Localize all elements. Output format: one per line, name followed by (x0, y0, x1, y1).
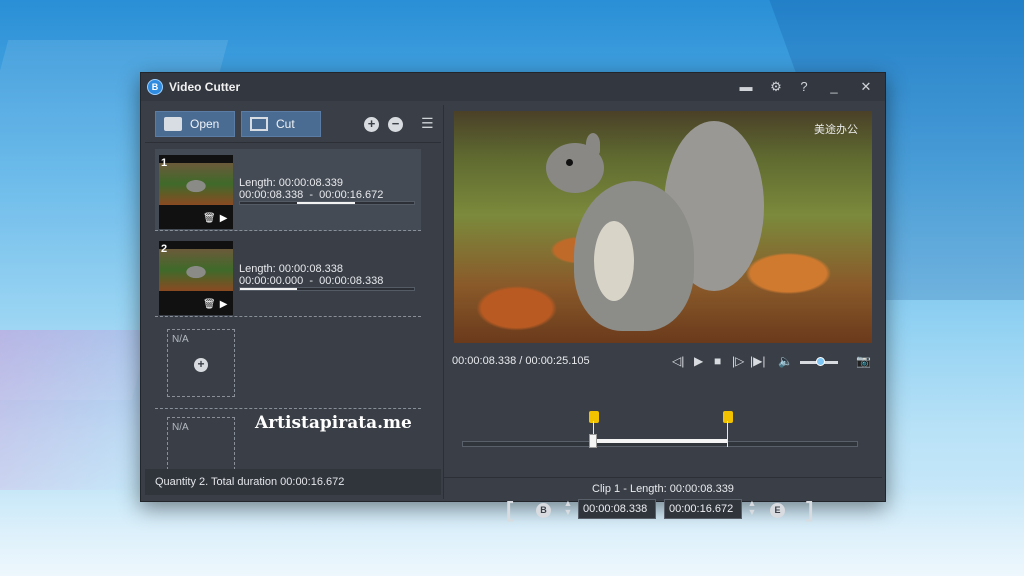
volume-knob[interactable] (815, 357, 825, 366)
skip-end-icon[interactable]: |▶| (750, 354, 765, 368)
prev-frame-icon[interactable]: ◁| (672, 354, 684, 368)
empty-slot-label: N/A (172, 422, 189, 433)
list-item[interactable]: 2 🗑▶ Length: 00:00:08.338 00:00:00.000 -… (155, 235, 421, 317)
start-marker-icon[interactable] (588, 411, 599, 423)
list-item[interactable]: 1 🗑▶ Length: 00:00:08.339 00:00:08.338 -… (155, 149, 421, 231)
empty-slot[interactable]: N/A + (155, 321, 421, 409)
folder-icon (164, 117, 182, 131)
clip-editor-title: Clip 1 - Length: 00:00:08.339 (592, 483, 734, 495)
open-button[interactable]: Open (155, 111, 235, 137)
clip-range-end: 00:00:08.338 (319, 275, 384, 287)
clip-range: 00:00:08.338 - 00:00:16.672 (239, 189, 383, 201)
end-time-field[interactable]: 00:00:16.672 (664, 499, 742, 519)
app-window: В Video Cutter ▬ ⚙ ? _ ✕ Open Cut + − ☰ … (140, 72, 886, 522)
play-icon[interactable]: ▶ (220, 299, 232, 310)
end-marker-line (727, 421, 729, 447)
empty-slot-label: N/A (172, 334, 189, 345)
clip-length: Length: 00:00:08.338 (239, 263, 343, 275)
clip-range-sep: - (309, 275, 314, 287)
playhead-handle[interactable] (588, 434, 597, 448)
clip-progress-fill (297, 202, 355, 204)
end-spinner[interactable]: ▲ ▼ (746, 499, 758, 517)
clip-range-start: 00:00:08.338 (239, 189, 304, 201)
help-button[interactable]: ? (795, 78, 813, 96)
thumbnail-controls[interactable]: 🗑▶ (203, 299, 231, 310)
begin-spinner[interactable]: ▲ ▼ (562, 499, 574, 517)
clip-range: 00:00:00.000 - 00:00:08.338 (239, 275, 383, 287)
clip-range-start: 00:00:00.000 (239, 275, 304, 287)
preview-panel: 美途办公 00:00:08.338 / 00:00:25.105 ◁| ▶ ■ … (443, 105, 882, 522)
film-icon (250, 117, 268, 131)
title-bar: В Video Cutter ▬ ⚙ ? _ ✕ (141, 73, 885, 101)
empty-slot-box[interactable]: N/A + (167, 329, 235, 397)
set-end-bracket[interactable]: ] (806, 497, 813, 523)
cut-label: Cut (276, 117, 295, 131)
add-clip-button[interactable]: + (364, 117, 379, 132)
squirrel-belly (594, 221, 634, 301)
status-bar: Quantity 2. Total duration 00:00:16.672 (145, 469, 441, 495)
video-preview[interactable]: 美途办公 (454, 111, 872, 343)
close-button[interactable]: ✕ (857, 78, 875, 96)
open-label: Open (190, 117, 220, 131)
play-icon[interactable]: ▶ (694, 354, 703, 368)
timeline-selection (592, 439, 728, 443)
begin-icon[interactable]: B (536, 503, 551, 518)
app-logo-icon: В (147, 79, 163, 95)
squirrel-eye (566, 159, 573, 166)
clip-range-sep: - (309, 189, 314, 201)
clip-progress-fill (240, 288, 298, 290)
video-watermark: 美途办公 (814, 124, 858, 136)
remove-clip-button[interactable]: − (388, 117, 403, 132)
begin-time-field[interactable]: 00:00:08.338 (578, 499, 656, 519)
trash-icon[interactable]: 🗑 (203, 299, 220, 310)
stop-icon[interactable]: ■ (714, 354, 721, 368)
volume-icon[interactable]: 🔈 (778, 354, 793, 368)
clip-number: 1 (161, 157, 168, 169)
squirrel-body (574, 181, 694, 331)
thumbnail-image (159, 163, 233, 205)
thumbnail-controls[interactable]: 🗑▶ (203, 213, 231, 224)
cut-button[interactable]: Cut (241, 111, 321, 137)
end-icon[interactable]: E (770, 503, 785, 518)
play-icon[interactable]: ▶ (220, 213, 232, 224)
clip-progress (239, 201, 415, 205)
squirrel-head (546, 143, 604, 193)
end-marker-icon[interactable] (723, 411, 734, 423)
window-title: Video Cutter (169, 80, 241, 94)
trash-icon[interactable]: 🗑 (203, 213, 220, 224)
clip-editor-divider (444, 477, 882, 478)
clear-list-icon[interactable]: ☰ (421, 115, 434, 132)
clip-length: Length: 00:00:08.339 (239, 177, 343, 189)
desktop-shape (0, 330, 140, 490)
list-toolbar: Open Cut + − ☰ (145, 105, 441, 143)
clip-progress (239, 287, 415, 291)
clip-range-end: 00:00:16.672 (319, 189, 384, 201)
set-begin-bracket[interactable]: [ (506, 497, 513, 523)
gear-icon[interactable]: ⚙ (767, 78, 785, 96)
camera-icon[interactable]: 📷 (856, 354, 871, 368)
playback-time: 00:00:08.338 / 00:00:25.105 (452, 355, 590, 367)
clip-thumbnail: 2 🗑▶ (159, 241, 233, 315)
folder-icon[interactable]: ▬ (737, 78, 755, 96)
clip-thumbnail: 1 🗑▶ (159, 155, 233, 229)
clip-list-panel: Open Cut + − ☰ 1 🗑▶ Length: 00:00:08.339… (145, 105, 441, 499)
add-icon[interactable]: + (194, 358, 208, 372)
next-frame-icon[interactable]: |▷ (732, 354, 744, 368)
minimize-button[interactable]: _ (825, 78, 843, 96)
clip-number: 2 (161, 243, 168, 255)
thumbnail-image (159, 249, 233, 291)
